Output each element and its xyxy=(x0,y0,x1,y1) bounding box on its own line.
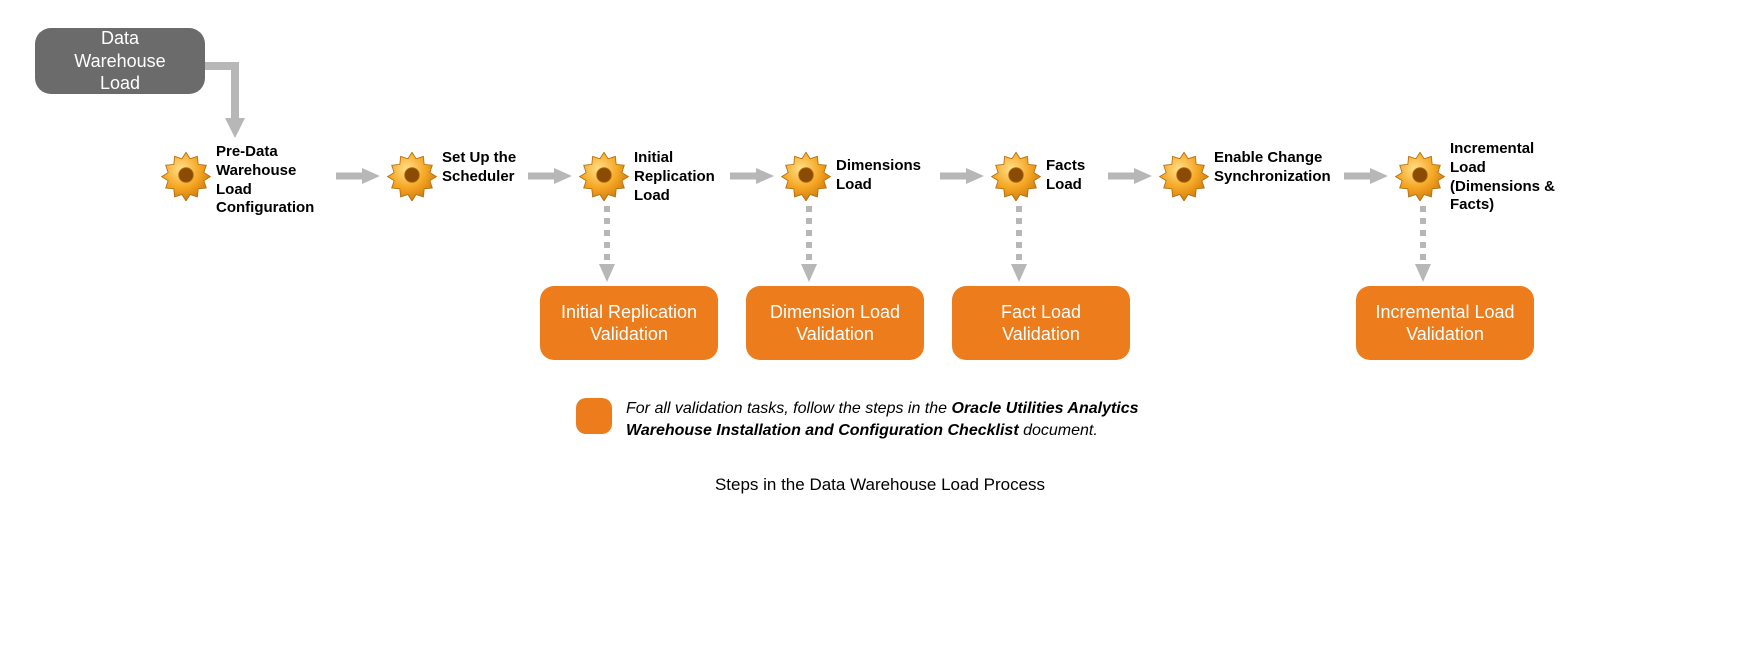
diagram-caption: Steps in the Data Warehouse Load Process xyxy=(700,475,1060,495)
arrow-step6-to-step7 xyxy=(1344,167,1388,185)
step-label-6: Enable Change Synchronization xyxy=(1214,149,1344,187)
arrow-step5-to-val3 xyxy=(1010,206,1028,282)
legend-text: For all validation tasks, follow the ste… xyxy=(626,398,1186,441)
validation-label-2: Dimension Load Validation xyxy=(760,301,910,346)
gear-icon xyxy=(990,149,1042,201)
step-label-1: Pre-Data Warehouse Load Configuration xyxy=(216,143,334,218)
legend-suffix: document. xyxy=(1019,422,1098,439)
validation-box-3: Fact Load Validation xyxy=(952,286,1130,360)
arrow-step3-to-val1 xyxy=(598,206,616,282)
arrow-step2-to-step3 xyxy=(528,167,572,185)
validation-box-4: Incremental Load Validation xyxy=(1356,286,1534,360)
validation-label-1: Initial Replication Validation xyxy=(554,301,704,346)
gear-icon xyxy=(780,149,832,201)
legend-prefix: For all validation tasks, follow the ste… xyxy=(626,400,952,417)
arrow-step7-to-val4 xyxy=(1414,206,1432,282)
validation-label-3: Fact Load Validation xyxy=(966,301,1116,346)
arrow-step4-to-step5 xyxy=(940,167,984,185)
validation-box-2: Dimension Load Validation xyxy=(746,286,924,360)
arrow-step3-to-step4 xyxy=(730,167,774,185)
gear-icon xyxy=(578,149,630,201)
header-box: Data Warehouse Load xyxy=(35,28,205,94)
arrow-header-to-step1 xyxy=(205,58,251,140)
validation-label-4: Incremental Load Validation xyxy=(1370,301,1520,346)
header-title: Data Warehouse Load xyxy=(53,27,187,95)
gear-icon xyxy=(386,149,438,201)
step-label-2: Set Up the Scheduler xyxy=(442,149,528,187)
legend-swatch xyxy=(576,398,612,434)
validation-box-1: Initial Replication Validation xyxy=(540,286,718,360)
gear-icon xyxy=(1158,149,1210,201)
step-label-7: Incremental Load (Dimensions & Facts) xyxy=(1450,140,1558,215)
step-label-5: Facts Load xyxy=(1046,157,1106,195)
arrow-step5-to-step6 xyxy=(1108,167,1152,185)
arrow-step4-to-val2 xyxy=(800,206,818,282)
step-label-3: Initial Replication Load xyxy=(634,149,730,205)
arrow-step1-to-step2 xyxy=(336,167,380,185)
gear-icon xyxy=(160,149,212,201)
gear-icon xyxy=(1394,149,1446,201)
step-label-4: Dimensions Load xyxy=(836,157,936,195)
